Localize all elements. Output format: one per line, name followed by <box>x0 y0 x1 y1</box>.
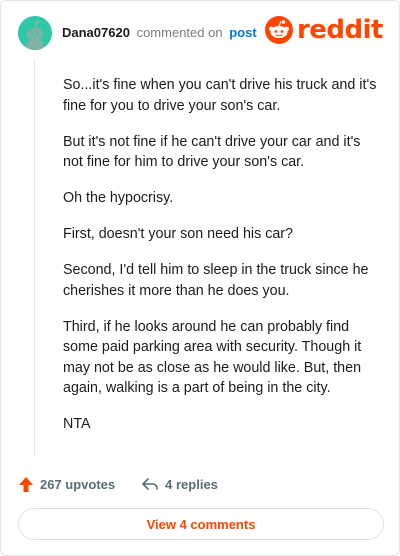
snoo-avatar-icon[interactable] <box>18 16 52 50</box>
commented-on-text: commented on <box>136 24 223 40</box>
comment-paragraph: First, doesn't your son need his car? <box>63 226 294 242</box>
replies-count: 4 replies <box>165 476 218 492</box>
comment-meta: Dana07620 commented on post <box>62 25 257 40</box>
comment-card: Dana07620 commented on post reddit So...… <box>0 0 400 556</box>
comment-paragraph: Oh the hypocrisy. <box>63 190 174 206</box>
view-comments-button[interactable]: View 4 comments <box>18 508 384 540</box>
upvote-button[interactable]: 267 upvotes <box>18 476 115 493</box>
upvote-count: 267 upvotes <box>40 476 116 492</box>
reply-arrow-icon <box>142 478 158 490</box>
post-link[interactable]: post <box>229 25 256 40</box>
username-link[interactable]: Dana07620 <box>62 25 130 40</box>
comment-paragraph: Second, I'd tell him to sleep in the tru… <box>63 262 369 299</box>
comment-paragraph: But it's not fine if he can't drive your… <box>63 133 361 171</box>
comment-header: Dana07620 commented on post reddit <box>18 15 384 50</box>
comment-paragraph: So...it's fine when you can't drive his … <box>63 77 377 114</box>
comment-paragraph: NTA <box>63 416 91 432</box>
thread-line[interactable] <box>34 59 35 457</box>
reddit-logo[interactable]: reddit <box>264 15 384 45</box>
comment-paragraph: Third, if he looks around he can probabl… <box>63 318 362 397</box>
comment-body: So...it's fine when you can't drive his … <box>63 75 383 450</box>
upvote-arrow-icon <box>19 476 33 492</box>
comment-actions: 267 upvotes 4 replies <box>18 472 218 496</box>
reddit-wordmark: reddit <box>296 15 384 45</box>
reddit-snoo-icon <box>264 16 293 44</box>
replies-button[interactable]: 4 replies <box>141 476 218 492</box>
